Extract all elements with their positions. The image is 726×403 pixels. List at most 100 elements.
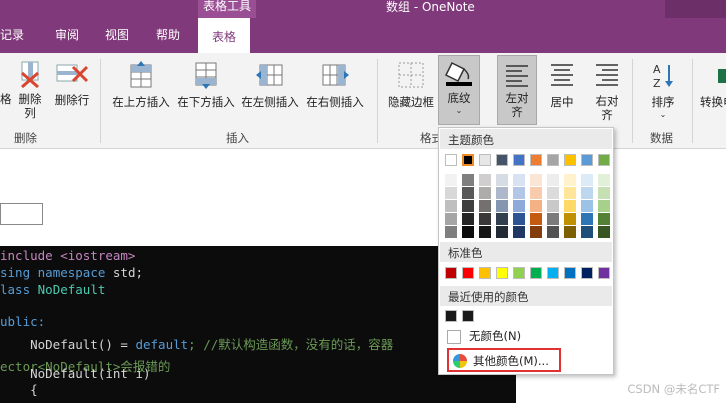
theme-color-swatch[interactable] xyxy=(496,154,508,166)
more-colors-item[interactable]: 其他颜色(M)... xyxy=(447,348,561,372)
theme-shade-swatch[interactable] xyxy=(598,226,610,238)
shading-label: 底纹 xyxy=(447,91,471,105)
theme-shade-swatch[interactable] xyxy=(564,213,576,225)
theme-shade-swatch[interactable] xyxy=(462,187,474,199)
theme-shade-swatch[interactable] xyxy=(530,226,542,238)
tab-table[interactable]: 表格 xyxy=(198,18,251,53)
theme-shade-swatch[interactable] xyxy=(564,174,576,186)
insert-above-button[interactable]: 在上方插入 xyxy=(110,61,172,110)
align-left-button[interactable]: 左对齐 xyxy=(497,55,537,125)
theme-shade-swatch[interactable] xyxy=(496,226,508,238)
delete-column-icon xyxy=(21,61,39,89)
theme-color-swatch[interactable] xyxy=(513,154,525,166)
standard-color-swatch[interactable] xyxy=(445,267,457,279)
shading-button[interactable]: 底纹 ⌄ xyxy=(438,55,480,125)
theme-color-swatch[interactable] xyxy=(564,154,576,166)
theme-color-swatch[interactable] xyxy=(598,154,610,166)
code-line: sing namespace std; xyxy=(0,265,144,280)
theme-shade-swatch[interactable] xyxy=(530,174,542,186)
theme-shade-swatch[interactable] xyxy=(547,226,559,238)
theme-shade-swatch[interactable] xyxy=(598,200,610,212)
standard-color-swatch[interactable] xyxy=(513,267,525,279)
recent-color-swatch[interactable] xyxy=(462,310,474,322)
theme-shade-swatch[interactable] xyxy=(581,226,593,238)
theme-shade-swatch[interactable] xyxy=(581,213,593,225)
theme-shade-swatch[interactable] xyxy=(547,174,559,186)
standard-color-swatch[interactable] xyxy=(547,267,559,279)
theme-shade-swatch[interactable] xyxy=(462,226,474,238)
standard-color-swatch[interactable] xyxy=(598,267,610,279)
delete-row-button[interactable]: 删除行 xyxy=(52,61,92,108)
delete-column-button[interactable]: 删除列 xyxy=(17,61,43,120)
recent-color-swatch[interactable] xyxy=(445,310,457,322)
standard-color-swatch[interactable] xyxy=(564,267,576,279)
theme-shade-swatch[interactable] xyxy=(564,226,576,238)
theme-shade-swatch[interactable] xyxy=(479,174,491,186)
theme-shade-swatch[interactable] xyxy=(564,200,576,212)
theme-color-swatch[interactable] xyxy=(479,154,491,166)
standard-color-swatch[interactable] xyxy=(530,267,542,279)
align-right-button[interactable]: 右对齐 xyxy=(590,61,624,122)
theme-color-swatch[interactable] xyxy=(530,154,542,166)
theme-shade-swatch[interactable] xyxy=(445,187,457,199)
hide-borders-button[interactable]: 隐藏边框 xyxy=(385,61,437,110)
theme-shade-swatch[interactable] xyxy=(530,200,542,212)
theme-shade-swatch[interactable] xyxy=(479,200,491,212)
theme-color-swatch[interactable] xyxy=(462,154,474,166)
delete-table-button[interactable]: 格 xyxy=(0,63,12,107)
insert-right-button[interactable]: 在右侧插入 xyxy=(304,61,366,110)
theme-shade-swatch[interactable] xyxy=(462,200,474,212)
context-tab-label: 表格工具 xyxy=(198,0,256,18)
theme-shade-swatch[interactable] xyxy=(530,187,542,199)
theme-shade-swatch[interactable] xyxy=(530,213,542,225)
sort-button[interactable]: A Z 排序 ⌄ xyxy=(643,61,683,119)
insert-left-button[interactable]: 在左侧插入 xyxy=(239,61,301,110)
theme-shade-swatch[interactable] xyxy=(462,213,474,225)
tab-help[interactable]: 帮助 xyxy=(156,26,180,43)
theme-shade-swatch[interactable] xyxy=(445,174,457,186)
paint-bucket-icon xyxy=(444,61,472,86)
convert-to-spreadsheet-button[interactable]: 转换电 xyxy=(700,61,726,110)
standard-color-swatch[interactable] xyxy=(462,267,474,279)
no-color-item[interactable]: 无颜色(N) xyxy=(447,328,521,344)
theme-shade-swatch[interactable] xyxy=(445,213,457,225)
align-center-button[interactable]: 居中 xyxy=(545,61,579,110)
theme-shade-swatch[interactable] xyxy=(496,213,508,225)
theme-shade-swatch[interactable] xyxy=(445,200,457,212)
theme-shade-swatch[interactable] xyxy=(496,200,508,212)
theme-shade-swatch[interactable] xyxy=(513,187,525,199)
theme-shade-swatch[interactable] xyxy=(547,187,559,199)
delete-row-icon xyxy=(56,64,89,83)
theme-shade-swatch[interactable] xyxy=(496,174,508,186)
theme-shade-swatch[interactable] xyxy=(598,174,610,186)
theme-shade-swatch[interactable] xyxy=(479,213,491,225)
theme-shade-swatch[interactable] xyxy=(479,226,491,238)
theme-color-swatch[interactable] xyxy=(547,154,559,166)
theme-color-swatch[interactable] xyxy=(445,154,457,166)
theme-shade-swatch[interactable] xyxy=(581,174,593,186)
standard-color-swatch[interactable] xyxy=(581,267,593,279)
standard-color-swatch[interactable] xyxy=(496,267,508,279)
theme-shade-swatch[interactable] xyxy=(513,226,525,238)
theme-shade-swatch[interactable] xyxy=(598,213,610,225)
theme-shade-swatch[interactable] xyxy=(564,187,576,199)
theme-shade-swatch[interactable] xyxy=(496,187,508,199)
theme-color-swatch[interactable] xyxy=(581,154,593,166)
tab-view[interactable]: 视图 xyxy=(105,26,129,43)
tab-record[interactable]: 记录 xyxy=(0,26,24,43)
insert-below-button[interactable]: 在下方插入 xyxy=(175,61,237,110)
theme-shade-swatch[interactable] xyxy=(462,174,474,186)
theme-shade-swatch[interactable] xyxy=(479,187,491,199)
title-textbox[interactable] xyxy=(0,203,43,225)
theme-shade-swatch[interactable] xyxy=(547,213,559,225)
theme-shade-swatch[interactable] xyxy=(581,200,593,212)
standard-color-swatch[interactable] xyxy=(479,267,491,279)
tab-review[interactable]: 审阅 xyxy=(55,26,79,43)
theme-shade-swatch[interactable] xyxy=(513,200,525,212)
theme-shade-swatch[interactable] xyxy=(513,213,525,225)
theme-shade-swatch[interactable] xyxy=(598,187,610,199)
theme-shade-swatch[interactable] xyxy=(513,174,525,186)
theme-shade-swatch[interactable] xyxy=(581,187,593,199)
theme-shade-swatch[interactable] xyxy=(445,226,457,238)
theme-shade-swatch[interactable] xyxy=(547,200,559,212)
